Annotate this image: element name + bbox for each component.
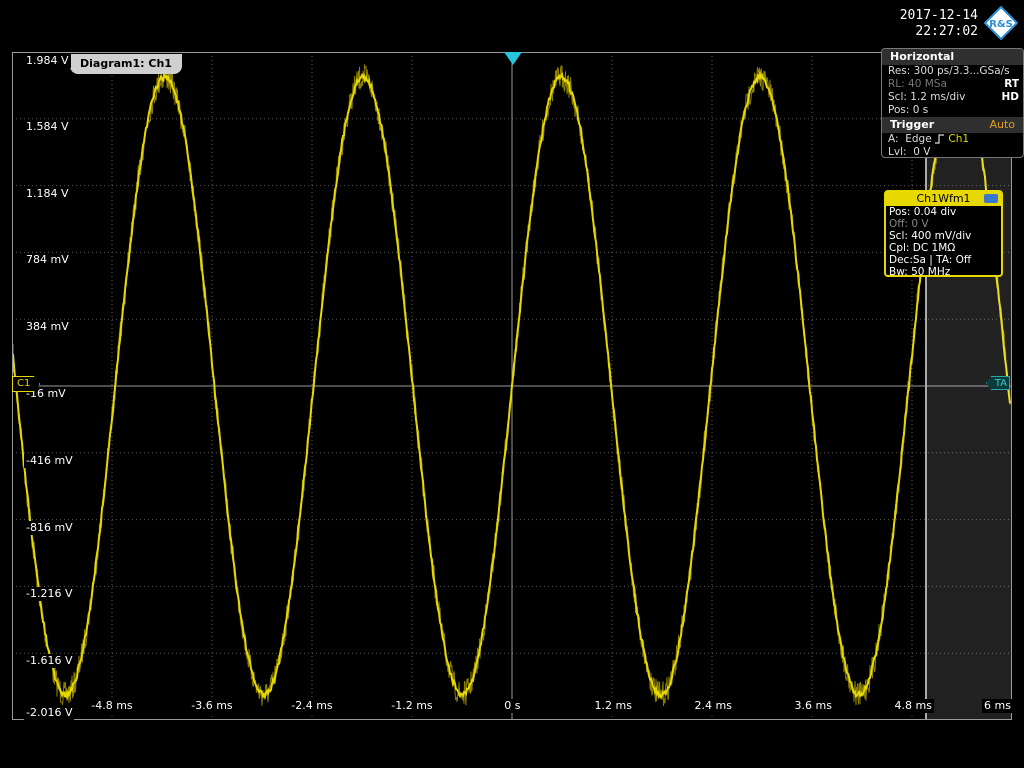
x-axis-label: 0 s	[502, 699, 523, 713]
ch1-waveform-info-box[interactable]: Ch1Wfm1 Pos: 0.04 div Off: 0 V Scl: 400 …	[884, 190, 1003, 278]
position-row: Pos: 0 s	[888, 104, 929, 116]
y-axis-label: 1.984 V	[24, 54, 71, 68]
scale-row: Scl: 1.2 ms/div HD	[888, 91, 1019, 103]
x-axis-label: 3.6 ms	[792, 699, 834, 713]
horizontal-title: Horizontal	[882, 49, 1023, 65]
record-length-value: 40 MSa	[908, 78, 947, 90]
y-axis-label: -816 mV	[24, 520, 75, 535]
x-axis-label: 6 ms	[982, 699, 1013, 713]
resolution-row: Res: 300 ps/3.3...GSa/s	[888, 65, 1010, 77]
trigger-source: Ch1	[948, 133, 970, 145]
y-axis-label: -2.016 V	[24, 706, 75, 720]
x-axis-label: 1.2 ms	[592, 699, 634, 713]
wfm-decimation: Dec:Sa | TA: Off	[889, 254, 972, 266]
diagram-tab[interactable]: Diagram1: Ch1	[70, 54, 182, 74]
trigger-title: Trigger	[890, 118, 935, 131]
trigger-header: Trigger Auto	[882, 117, 1023, 133]
x-axis-label: -3.6 ms	[189, 699, 235, 713]
trigger-type: Edge	[905, 133, 932, 145]
x-axis-label: 4.8 ms	[892, 699, 934, 713]
y-axis-label: 784 mV	[24, 253, 71, 268]
record-length-row: RL: 40 MSa RT	[888, 78, 1019, 90]
trigger-position-marker-icon[interactable]	[504, 52, 522, 66]
y-axis-label: -1.616 V	[24, 654, 75, 669]
y-axis-label: 1.584 V	[24, 119, 71, 134]
minimize-icon[interactable]	[984, 194, 998, 203]
horizontal-trigger-panel[interactable]: Horizontal Res: 300 ps/3.3...GSa/s RL: 4…	[881, 48, 1024, 158]
position-value: 0 s	[912, 104, 929, 116]
x-axis-label: -1.2 ms	[389, 699, 435, 713]
y-axis-label: -1.216 V	[24, 587, 75, 602]
wfm-scale: Scl: 400 mV/div	[889, 230, 972, 242]
y-axis-label: 384 mV	[24, 320, 71, 335]
trigger-level-row: Lvl: 0 V	[888, 146, 931, 158]
rt-indicator: RT	[1004, 78, 1019, 90]
wfm-offset: Off: 0 V	[889, 218, 929, 230]
trigger-mode: Auto	[989, 118, 1015, 131]
resolution-value: 300 ps/3.3...GSa/s	[913, 65, 1010, 77]
wfm-coupling: Cpl: DC 1MΩ	[889, 242, 956, 254]
x-axis-label: -4.8 ms	[89, 699, 135, 713]
time-scale-value: 1.2 ms/div	[910, 91, 966, 103]
trigger-level-value: 0 V	[913, 146, 931, 158]
hd-indicator: HD	[1001, 91, 1019, 103]
waveform-box-title: Ch1Wfm1	[916, 192, 971, 205]
diagram-frame	[12, 52, 1012, 720]
x-axis-label: 2.4 ms	[692, 699, 734, 713]
y-axis-label: -416 mV	[24, 453, 75, 468]
wfm-position: Pos: 0.04 div	[889, 206, 957, 218]
trigger-source-row: A: Edge Ch1	[888, 133, 970, 145]
y-axis-label: 1.184 V	[24, 186, 71, 201]
rising-edge-icon	[935, 134, 945, 144]
x-axis-label: -2.4 ms	[289, 699, 335, 713]
wfm-bandwidth: Bw: 50 MHz	[889, 266, 951, 278]
